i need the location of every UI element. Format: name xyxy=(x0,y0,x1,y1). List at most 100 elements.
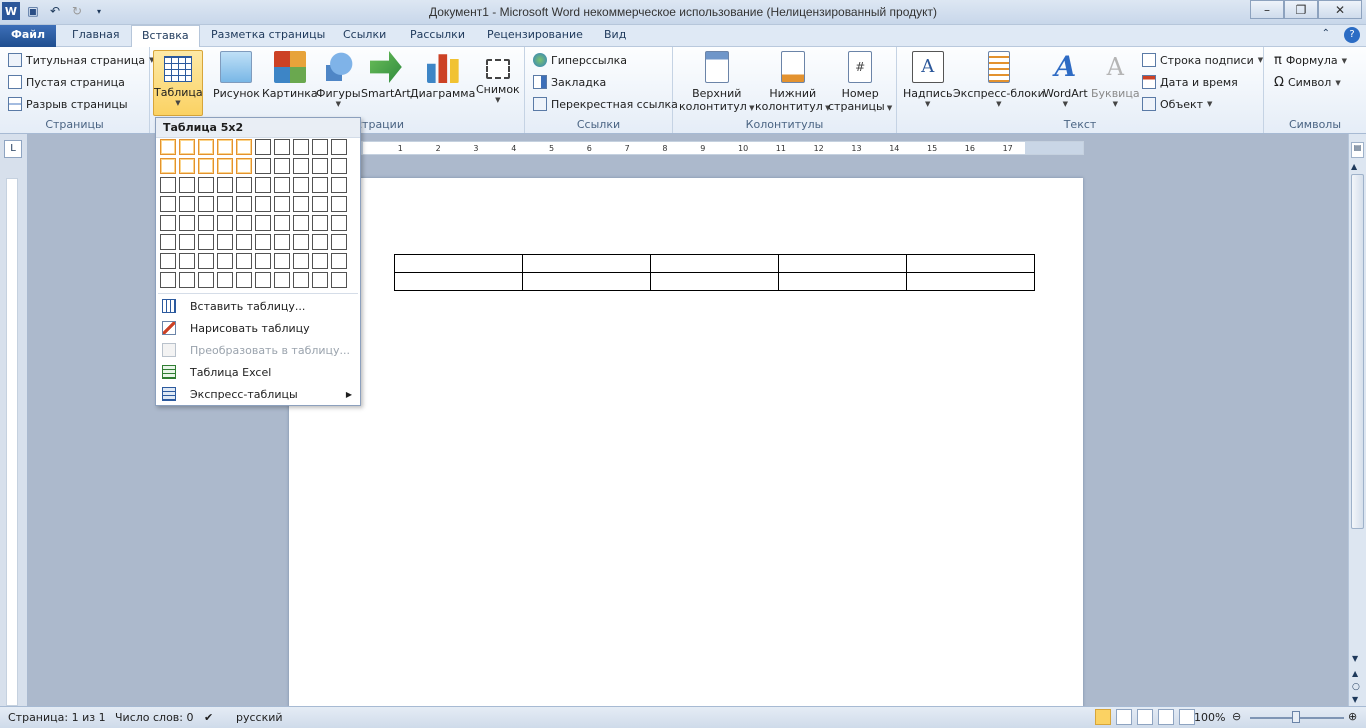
scroll-down-icon[interactable]: ▼ xyxy=(1352,654,1358,663)
grid-cell[interactable] xyxy=(293,158,309,174)
view-ruler-icon[interactable]: ▤ xyxy=(1351,142,1364,158)
grid-cell[interactable] xyxy=(198,253,214,269)
grid-cell[interactable] xyxy=(198,196,214,212)
grid-cell[interactable] xyxy=(217,272,233,288)
scroll-up-icon[interactable]: ▲ xyxy=(1351,162,1357,171)
table-cell[interactable] xyxy=(522,254,651,273)
grid-cell[interactable] xyxy=(255,272,271,288)
table-cell[interactable] xyxy=(522,272,651,291)
grid-cell[interactable] xyxy=(312,139,328,155)
symbol-button[interactable]: Ω Символ ▼ xyxy=(1274,75,1341,90)
grid-cell[interactable] xyxy=(179,234,195,250)
grid-cell[interactable] xyxy=(312,215,328,231)
textbox-button[interactable]: A Надпись ▼ xyxy=(903,51,953,108)
grid-cell[interactable] xyxy=(160,158,176,174)
grid-cell[interactable] xyxy=(198,272,214,288)
bookmark-button[interactable]: Закладка xyxy=(533,75,606,89)
tab-file[interactable]: Файл xyxy=(0,25,56,47)
tab-home[interactable]: Главная xyxy=(62,25,130,47)
grid-cell[interactable] xyxy=(331,177,347,193)
grid-cell[interactable] xyxy=(312,158,328,174)
web-layout-icon[interactable] xyxy=(1137,709,1153,725)
tab-insert[interactable]: Вставка xyxy=(131,25,200,48)
grid-cell[interactable] xyxy=(198,158,214,174)
page-number-button[interactable]: # Номер страницы ▼ xyxy=(828,51,892,113)
grid-cell[interactable] xyxy=(236,272,252,288)
grid-cell[interactable] xyxy=(293,139,309,155)
grid-cell[interactable] xyxy=(274,177,290,193)
grid-cell[interactable] xyxy=(274,253,290,269)
document-page[interactable] xyxy=(289,178,1083,708)
grid-cell[interactable] xyxy=(293,272,309,288)
vertical-ruler[interactable] xyxy=(6,178,18,706)
grid-cell[interactable] xyxy=(293,253,309,269)
grid-cell[interactable] xyxy=(274,234,290,250)
grid-cell[interactable] xyxy=(236,215,252,231)
quick-parts-button[interactable]: Экспресс-блоки ▼ xyxy=(953,51,1045,108)
page-break-button[interactable]: Разрыв страницы xyxy=(8,97,128,111)
grid-cell[interactable] xyxy=(331,234,347,250)
grid-cell[interactable] xyxy=(236,158,252,174)
zoom-slider-thumb[interactable] xyxy=(1292,711,1300,723)
tab-references[interactable]: Ссылки xyxy=(333,25,396,47)
table-row[interactable] xyxy=(394,254,1035,273)
zoom-in-icon[interactable]: ⊕ xyxy=(1348,710,1357,723)
tab-review[interactable]: Рецензирование xyxy=(477,25,593,47)
equation-button[interactable]: π Формула ▼ xyxy=(1274,53,1347,68)
word-count[interactable]: Число слов: 0 xyxy=(115,711,194,724)
table-cell[interactable] xyxy=(650,254,779,273)
browse-object-icon[interactable]: ○ xyxy=(1352,682,1360,692)
grid-cell[interactable] xyxy=(255,215,271,231)
grid-cell[interactable] xyxy=(312,234,328,250)
smartart-button[interactable]: SmartArt xyxy=(361,51,411,100)
table-cell[interactable] xyxy=(906,254,1035,273)
grid-cell[interactable] xyxy=(331,253,347,269)
menu-item-quick-tables[interactable]: Экспресс-таблицы ▶ xyxy=(156,383,360,405)
grid-cell[interactable] xyxy=(255,139,271,155)
grid-cell[interactable] xyxy=(274,215,290,231)
grid-cell[interactable] xyxy=(331,158,347,174)
grid-cell[interactable] xyxy=(255,253,271,269)
grid-cell[interactable] xyxy=(312,177,328,193)
grid-cell[interactable] xyxy=(179,215,195,231)
document-table[interactable] xyxy=(394,254,1035,291)
grid-cell[interactable] xyxy=(160,139,176,155)
grid-cell[interactable] xyxy=(255,234,271,250)
proofing-icon[interactable]: ✔ xyxy=(204,711,213,724)
grid-cell[interactable] xyxy=(160,196,176,212)
grid-cell[interactable] xyxy=(293,234,309,250)
table-cell[interactable] xyxy=(778,272,907,291)
minimize-ribbon-icon[interactable]: ⌃ xyxy=(1322,28,1330,39)
grid-cell[interactable] xyxy=(293,215,309,231)
grid-cell[interactable] xyxy=(236,196,252,212)
table-cell[interactable] xyxy=(778,254,907,273)
grid-cell[interactable] xyxy=(293,177,309,193)
menu-item-draw-table[interactable]: Нарисовать таблицу xyxy=(156,317,360,339)
table-row[interactable] xyxy=(394,272,1035,291)
table-cell[interactable] xyxy=(906,272,1035,291)
grid-cell[interactable] xyxy=(274,139,290,155)
grid-cell[interactable] xyxy=(331,139,347,155)
grid-cell[interactable] xyxy=(179,158,195,174)
zoom-level[interactable]: 100% xyxy=(1194,711,1225,724)
grid-cell[interactable] xyxy=(312,272,328,288)
tab-view[interactable]: Вид xyxy=(594,25,636,47)
menu-item-excel-table[interactable]: Таблица Excel xyxy=(156,361,360,383)
grid-cell[interactable] xyxy=(198,215,214,231)
grid-cell[interactable] xyxy=(331,272,347,288)
cover-page-button[interactable]: Титульная страница ▼ xyxy=(8,53,154,67)
page-count[interactable]: Страница: 1 из 1 xyxy=(8,711,106,724)
grid-cell[interactable] xyxy=(236,177,252,193)
picture-button[interactable]: Рисунок xyxy=(213,51,260,100)
blank-page-button[interactable]: Пустая страница xyxy=(8,75,125,89)
next-page-icon[interactable]: ▼ xyxy=(1352,695,1358,704)
grid-cell[interactable] xyxy=(160,177,176,193)
screenshot-button[interactable]: Снимок ▼ xyxy=(476,51,520,104)
help-icon[interactable]: ? xyxy=(1344,27,1360,43)
grid-cell[interactable] xyxy=(274,272,290,288)
hyperlink-button[interactable]: Гиперссылка xyxy=(533,53,627,67)
table-button[interactable]: Таблица ▼ xyxy=(153,50,203,116)
object-button[interactable]: Объект ▼ xyxy=(1142,97,1212,111)
table-cell[interactable] xyxy=(650,272,779,291)
print-layout-icon[interactable] xyxy=(1095,709,1111,725)
